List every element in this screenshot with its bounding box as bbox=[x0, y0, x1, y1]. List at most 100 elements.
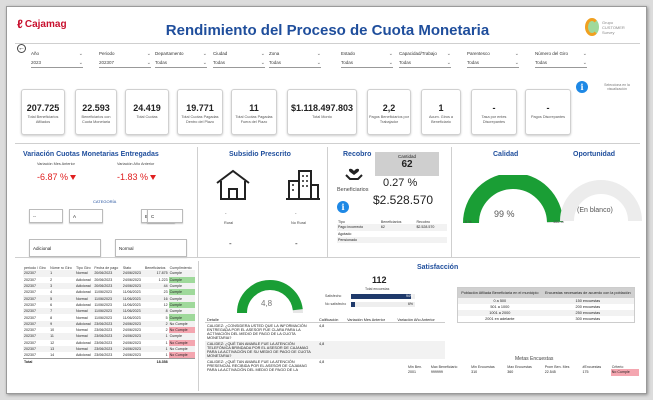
chevron-down-icon[interactable]: ⌄ bbox=[147, 60, 151, 66]
chevron-down-icon[interactable]: ⌄ bbox=[317, 60, 321, 66]
chevron-down-icon[interactable]: ⌄ bbox=[79, 51, 83, 57]
giros-total-value: 18.358 bbox=[143, 357, 169, 365]
filter-value[interactable]: Todas ⌄ bbox=[341, 60, 393, 68]
rural-label: Rural bbox=[224, 221, 234, 225]
giros-th[interactable]: Cumplimiento bbox=[169, 264, 195, 270]
chevron-down-icon[interactable]: ⌄ bbox=[79, 60, 83, 66]
filter-value[interactable]: Todas ⌄ bbox=[213, 60, 265, 68]
filter-value[interactable]: 2023 ⌄ bbox=[31, 60, 83, 68]
sat-detail-cell bbox=[345, 341, 395, 359]
chevron-down-icon[interactable]: ⌄ bbox=[447, 60, 451, 66]
recobro-cell bbox=[379, 236, 416, 244]
filter-value-text: Todas bbox=[213, 60, 226, 65]
estado-slicer-normal[interactable]: Normal bbox=[115, 239, 187, 257]
filter-value-text: 202307 bbox=[99, 60, 115, 65]
metas-cell: No Cumple bbox=[610, 369, 639, 376]
recobro-row[interactable]: Pensionado bbox=[337, 236, 447, 244]
metas-table: Min Ben. Max Beneficiario Min Encuestas Max… bbox=[407, 363, 639, 376]
filter-6[interactable]: Capacidad/Trabajo ⌄ Todas ⌄ bbox=[399, 51, 451, 68]
chevron-down-icon[interactable]: ⌄ bbox=[147, 51, 151, 57]
filter-1[interactable]: Periodo ⌄ 202307 ⌄ bbox=[99, 51, 151, 68]
kpi-card: 11 Total Cuotas Pagadas Fuera del Plazo bbox=[231, 89, 277, 135]
kpi-value: $1.118.497.803 bbox=[290, 103, 354, 113]
filter-value[interactable]: Todas ⌄ bbox=[467, 60, 519, 68]
variacion-mes-value: -6.87 % bbox=[37, 172, 77, 182]
metas-cell: 22.545 bbox=[544, 370, 556, 375]
kpi-card: - Pagos Discrepantes bbox=[525, 89, 571, 135]
categoria-slicer-0[interactable]: -- bbox=[29, 209, 63, 223]
back-arrow-icon[interactable]: ← bbox=[17, 44, 26, 53]
chevron-down-icon[interactable]: ⌄ bbox=[261, 60, 265, 66]
giros-th[interactable]: Tipo Giro bbox=[75, 264, 93, 270]
table-row[interactable]: CALIDEZ: ¿QUÉ TAN AMABLE FUE LA ATENCIÓN… bbox=[205, 341, 445, 359]
filter-label-text: Estado bbox=[341, 51, 356, 56]
filter-value[interactable]: Todas ⌄ bbox=[269, 60, 321, 68]
giros-total-label: Total bbox=[23, 357, 50, 365]
filter-8[interactable]: Número del Giro ⌄ Todas ⌄ bbox=[535, 51, 587, 68]
filter-2[interactable]: Departamento ⌄ Todas ⌄ bbox=[155, 51, 207, 68]
kpi-card: 2,2 Pagos Beneficiarios por Trabajador bbox=[367, 89, 411, 135]
giros-th[interactable]: Beneficiarios bbox=[144, 264, 169, 270]
info-icon[interactable]: i bbox=[337, 201, 349, 213]
giros-total-blank bbox=[75, 357, 94, 365]
giros-total-blank bbox=[168, 357, 195, 365]
table-row[interactable]: CALIDEZ: ¿CONSIDERA USTED QUE LA INFORMA… bbox=[205, 323, 445, 342]
chevron-down-icon[interactable]: ⌄ bbox=[389, 51, 393, 57]
filter-value[interactable]: Todas ⌄ bbox=[535, 60, 587, 68]
chevron-down-icon[interactable]: ⌄ bbox=[583, 51, 587, 57]
sat-detail-cell bbox=[395, 341, 445, 359]
filter-4[interactable]: Zona ⌄ Todas ⌄ bbox=[269, 51, 321, 68]
filter-0[interactable]: Año ⌄ 2023 ⌄ bbox=[31, 51, 83, 68]
poblacion-cell: 300 encuestas bbox=[575, 317, 601, 321]
chevron-down-icon[interactable]: ⌄ bbox=[261, 51, 265, 57]
filter-value[interactable]: 202307 ⌄ bbox=[99, 60, 151, 68]
categoria-slicer-c[interactable]: C bbox=[147, 209, 183, 223]
filter-value-text: Todas bbox=[269, 60, 282, 65]
filter-value[interactable]: Todas ⌄ bbox=[155, 60, 207, 68]
kpi-value: 24.419 bbox=[133, 103, 161, 113]
variacion-title: Variación Cuotas Monetarias Entregadas bbox=[23, 151, 159, 158]
page-title: Rendimiento del Proceso de Cuota Monetar… bbox=[165, 22, 490, 39]
oportunidad-gauge bbox=[560, 180, 642, 222]
kpi-label: Total Cuotas Pagadas Fuera del Plazo bbox=[235, 115, 273, 124]
chevron-down-icon[interactable]: ⌄ bbox=[203, 60, 207, 66]
variacion-mes-label: Variación Mes Anterior bbox=[37, 162, 75, 166]
metas-cell: 2001 bbox=[408, 370, 416, 375]
filter-value[interactable]: Todas ⌄ bbox=[399, 60, 451, 68]
giros-total-blank bbox=[93, 357, 122, 365]
chevron-down-icon[interactable]: ⌄ bbox=[583, 60, 587, 66]
filter-5[interactable]: Estado ⌄ Todas ⌄ bbox=[341, 51, 393, 68]
recobro-title: Recobro bbox=[343, 151, 372, 158]
satisfaccion-bar-fill[interactable] bbox=[351, 294, 412, 299]
rural-value: - bbox=[225, 211, 227, 216]
divider bbox=[451, 147, 452, 257]
kpi-label: Total Beneficiarios Afiliados bbox=[27, 115, 59, 124]
variacion-anio-text: -1.83 % bbox=[117, 172, 149, 182]
chevron-down-icon[interactable]: ⌄ bbox=[203, 51, 207, 57]
estado-slicer-adicional[interactable]: Adicional bbox=[29, 239, 101, 257]
kpi-value: 19.771 bbox=[186, 103, 214, 113]
rural-house-icon bbox=[216, 169, 250, 200]
filter-label: Ciudad ⌄ bbox=[213, 51, 265, 57]
chevron-down-icon[interactable]: ⌄ bbox=[447, 51, 451, 57]
categoria-slicer-a[interactable]: A bbox=[69, 209, 103, 223]
satisfaccion-bar-fill[interactable] bbox=[351, 302, 355, 307]
chevron-down-icon[interactable]: ⌄ bbox=[389, 60, 393, 66]
chevron-down-icon[interactable]: ⌄ bbox=[515, 60, 519, 66]
kpi-card: 1 Acum. Giros a Beneficiario bbox=[421, 89, 461, 135]
info-icon[interactable]: i bbox=[576, 81, 588, 93]
chevron-down-icon[interactable]: ⌄ bbox=[317, 51, 321, 57]
filter-3[interactable]: Ciudad ⌄ Todas ⌄ bbox=[213, 51, 265, 68]
norural-total: - bbox=[295, 239, 298, 248]
kpi-label: Acum. Giros a Beneficiario bbox=[428, 115, 454, 124]
giros-th[interactable]: Fecha de pago bbox=[93, 264, 122, 270]
kpi-label: Total Cuotas Pagadas Dentro del Plazo bbox=[181, 115, 219, 124]
sat-detail-cell bbox=[395, 323, 445, 342]
giros-th[interactable]: periodo / Giro bbox=[23, 264, 49, 270]
chevron-down-icon[interactable]: ⌄ bbox=[515, 51, 519, 57]
filter-7[interactable]: Parentesco ⌄ Todas ⌄ bbox=[467, 51, 519, 68]
oportunidad-title: Oportunidad bbox=[573, 151, 615, 158]
oportunidad-value: (En blanco) bbox=[577, 207, 613, 214]
giros-th[interactable]: Núme ro Giro bbox=[49, 264, 75, 270]
norural-value: - bbox=[295, 211, 297, 216]
